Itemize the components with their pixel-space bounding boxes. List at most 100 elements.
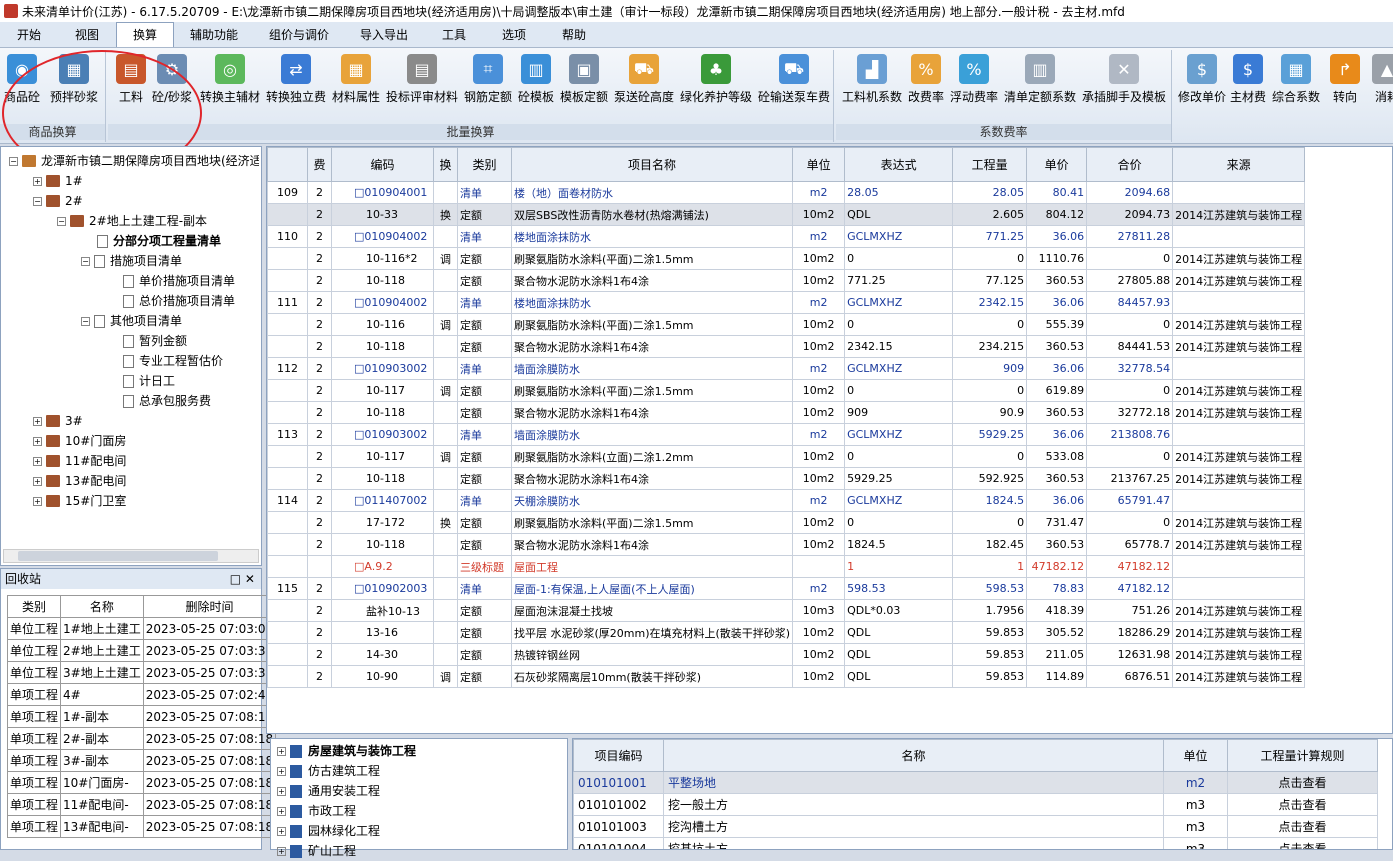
col-time[interactable]: 删除时间 [142, 595, 277, 618]
tree-item-10[interactable]: +10#门面房 [33, 431, 126, 451]
pane-controls[interactable]: □ ✕ [230, 569, 255, 589]
listing-row[interactable]: 010101002 挖一般土方 m3 点击查看 [573, 793, 1378, 816]
recycle-row[interactable]: 单项工程 4# 2023-05-25 07:02:48 [6, 683, 277, 706]
main-material-fee-button[interactable]: $ 主材费 [1230, 54, 1266, 108]
expand-icon[interactable]: + [33, 436, 42, 446]
listing-row[interactable]: 010101004 挖基坑土方 m3 点击查看 [573, 837, 1378, 849]
recycle-row[interactable]: 单位工程 2#地上土建工 2023-05-25 07:03:33 [6, 639, 277, 662]
grid-row[interactable]: 110 2 □010904002 清单 楼地面涂抹防水 m2 GCLMXHZ 771.25 36… [267, 225, 1306, 248]
grid-row[interactable]: 2 10-116 调定额 刷聚氨脂防水涂料(平面)二涂1.5mm 10m2 0 0 555.3… [267, 313, 1306, 336]
modify-price-button[interactable]: $ 修改单价 [1178, 54, 1226, 108]
library-item[interactable]: + 仿古建筑工程 [277, 761, 380, 781]
grid-row[interactable]: 2 10-116*2 调定额 刷聚氨脂防水涂料(平面)二涂1.5mm 10m2 0 0 111… [267, 247, 1306, 270]
view-rule-link[interactable]: 点击查看 [1227, 837, 1378, 849]
tab-import-export[interactable]: 导入导出 [344, 23, 424, 47]
grid-row[interactable]: 2 17-172 换定额 刷聚氨脂防水涂料(平面)二涂1.5mm 10m2 0 0 731.4… [267, 511, 1306, 534]
tab-tools[interactable]: 工具 [424, 23, 484, 47]
pump-height-button[interactable]: ⛟ 泵送砼高度 [614, 54, 674, 108]
tree-item-provisional[interactable]: 暂列金额 [123, 331, 187, 351]
grid-header[interactable]: 单位 [792, 147, 846, 182]
grid-header[interactable]: 表达式 [844, 147, 954, 182]
tab-convert[interactable]: 换算 [116, 22, 174, 47]
grid-header[interactable] [267, 147, 308, 182]
concrete-formwork-button[interactable]: ▥ 砼模板 [518, 54, 554, 108]
greening-level-button[interactable]: ♣ 绿化养护等级 [680, 54, 752, 108]
recycle-row[interactable]: 单项工程 13#配电间- 2023-05-25 07:08:18 [6, 815, 277, 838]
tree-item-13[interactable]: +13#配电间 [33, 471, 126, 491]
grid-row[interactable]: 109 2 □010904001 清单 楼（地）面卷材防水 m2 28.05 28.05 80.… [267, 181, 1306, 204]
tree-item-11[interactable]: +11#配电间 [33, 451, 126, 471]
pump-truck-fee-button[interactable]: ⛟ 砼输送泵车费 [758, 54, 830, 108]
library-item[interactable]: + 市政工程 [277, 801, 356, 821]
grid-row[interactable]: 2 10-117 调定额 刷聚氨脂防水涂料(平面)二涂1.5mm 10m2 0 0 619.8… [267, 379, 1306, 402]
tree-item-3[interactable]: +3# [33, 411, 83, 431]
view-rule-link[interactable]: 点击查看 [1227, 771, 1378, 794]
turn-button[interactable]: ↱ 转向 [1330, 54, 1360, 108]
listing-header[interactable]: 名称 [663, 739, 1164, 772]
view-rule-link[interactable]: 点击查看 [1227, 793, 1378, 816]
expand-icon[interactable]: + [33, 496, 42, 506]
col-type[interactable]: 类别 [6, 595, 62, 618]
grid-header[interactable]: 合价 [1086, 147, 1174, 182]
tab-options[interactable]: 选项 [484, 23, 544, 47]
tree-item-contractor[interactable]: 总承包服务费 [123, 391, 211, 411]
listing-header[interactable]: 工程量计算规则 [1227, 739, 1378, 772]
grid-row[interactable]: 2 10-118 定额 聚合物水泥防水涂料1布4涂 10m2 909 90.9 360.53 3… [267, 401, 1306, 424]
recycle-row[interactable]: 单位工程 3#地上土建工 2023-05-25 07:03:39 [6, 661, 277, 684]
collapse-icon[interactable]: − [9, 156, 18, 166]
tree-scrollbar[interactable] [3, 549, 259, 563]
tree-root[interactable]: −龙潭新市镇二期保障房项目西地块(经济适用房) [9, 151, 259, 171]
collapse-icon[interactable]: − [33, 196, 42, 206]
collapse-icon[interactable]: − [81, 256, 90, 266]
grid-row[interactable]: 2 10-118 定额 聚合物水泥防水涂料1布4涂 10m2 771.25 77.125 36… [267, 269, 1306, 292]
grid-row[interactable]: 2 盐补10-13 定额 屋面泡沫混凝土找坡 10m3 QDL*0.03 1.7956 418… [267, 599, 1306, 622]
grid-row[interactable]: 115 2 □010902003 清单 屋面-1:有保温,上人屋面(不上人屋面) m2 59… [267, 577, 1306, 600]
expand-icon[interactable]: + [277, 846, 286, 856]
tree-item-2[interactable]: −2# [33, 191, 83, 211]
tree-item-measures[interactable]: − 措施项目清单 [81, 251, 182, 271]
expand-icon[interactable]: + [33, 416, 42, 426]
convert-main-aux-button[interactable]: ◎ 转换主辅材 [200, 54, 260, 108]
grid-header[interactable]: 工程量 [952, 147, 1028, 182]
tree-item-bill[interactable]: 分部分项工程量清单 [97, 231, 221, 251]
grid-row[interactable]: 2 10-118 定额 聚合物水泥防水涂料1布4涂 10m2 5929.25 592.925… [267, 467, 1306, 490]
grid-header[interactable]: 编码 [331, 147, 434, 182]
library-item[interactable]: + 通用安装工程 [277, 781, 380, 801]
tab-help[interactable]: 帮助 [544, 23, 604, 47]
grid-row[interactable]: 111 2 □010904002 清单 楼地面涂抹防水 m2 GCLMXHZ 2342.15 3… [267, 291, 1306, 314]
bid-review-material-button[interactable]: ▤ 投标评审材料 [386, 54, 458, 108]
collapse-icon[interactable]: − [57, 216, 66, 226]
tree-item-total-measures[interactable]: 总价措施项目清单 [123, 291, 235, 311]
recycle-row[interactable]: 单项工程 10#门面房- 2023-05-25 07:08:18 [6, 771, 277, 794]
grid-header[interactable]: 项目名称 [510, 147, 794, 182]
collapse-icon[interactable]: − [81, 316, 90, 326]
listing-header[interactable]: 项目编码 [573, 739, 664, 772]
tree-item-unit-measures[interactable]: 单价措施项目清单 [123, 271, 235, 291]
listing-row[interactable]: 010101003 挖沟槽土方 m3 点击查看 [573, 815, 1378, 838]
expand-icon[interactable]: + [277, 766, 286, 776]
expand-icon[interactable]: + [33, 176, 42, 186]
recycle-row[interactable]: 单项工程 11#配电间- 2023-05-25 07:08:18 [6, 793, 277, 816]
expand-icon[interactable]: + [277, 806, 286, 816]
grid-row[interactable]: 2 14-30 定额 热镀锌钢丝网 10m2 QDL 59.853 211.05 12631.9… [267, 643, 1306, 666]
grid-row[interactable]: 112 2 □010903002 清单 墙面涂膜防水 m2 GCLMXHZ 909 36.06 3… [267, 357, 1306, 380]
quota-coef-button[interactable]: ▥ 清单定额系数 [1004, 54, 1076, 108]
tree-item-other[interactable]: − 其他项目清单 [81, 311, 182, 331]
scroll-thumb[interactable] [18, 551, 218, 561]
change-rate-button[interactable]: % 改费率 [908, 54, 944, 108]
tab-aux[interactable]: 辅助功能 [174, 23, 254, 47]
expand-icon[interactable]: + [277, 786, 286, 796]
float-rate-button[interactable]: % 浮动费率 [950, 54, 998, 108]
tree-item-estimate[interactable]: 专业工程暂估价 [123, 351, 223, 371]
recycle-row[interactable]: 单项工程 1#-副本 2023-05-25 07:08:18 [6, 705, 277, 728]
expand-icon[interactable]: + [277, 826, 286, 836]
rebar-quota-button[interactable]: ⌗ 钢筋定额 [464, 54, 512, 108]
expand-icon[interactable]: + [277, 746, 286, 756]
grid-row[interactable]: 2 10-90 调定额 石灰砂浆隔离层10mm(散装干拌砂浆) 10m2 QDL 59.85… [267, 665, 1306, 688]
composite-coef-button[interactable]: ▦ 综合系数 [1272, 54, 1320, 108]
grid-row[interactable]: 114 2 □011407002 清单 天棚涂膜防水 m2 GCLMXHZ 1824.5 36.… [267, 489, 1306, 512]
grid-row[interactable]: □A.9.2 三级标题 屋面工程 1 1 47182.12 47182.12 [267, 555, 1306, 578]
material-attribute-button[interactable]: ▦ 材料属性 [332, 54, 380, 108]
library-item[interactable]: + 矿山工程 [277, 841, 356, 861]
tab-start[interactable]: 开始 [0, 23, 58, 47]
